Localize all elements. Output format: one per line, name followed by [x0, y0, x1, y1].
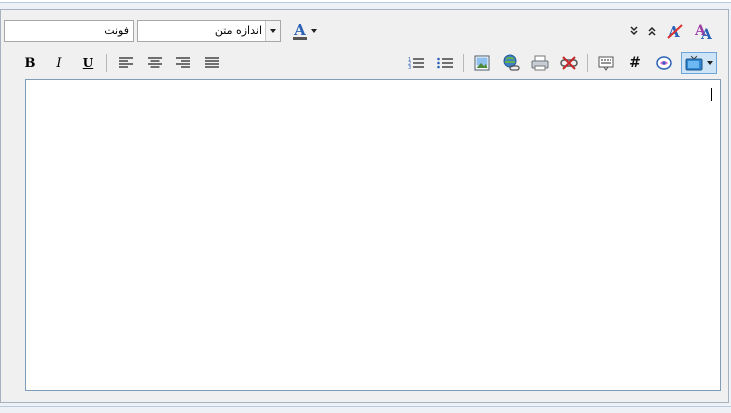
italic-button[interactable]: I [48, 52, 70, 74]
unlink-icon [560, 56, 578, 70]
font-size-select[interactable]: اندازه متن [137, 20, 281, 42]
font-select[interactable]: فونت [4, 20, 134, 42]
anchor-button[interactable]: # [624, 52, 646, 74]
bold-button[interactable]: B [19, 52, 41, 74]
remove-link-button[interactable] [558, 52, 580, 74]
font-select-value: فونت [104, 24, 129, 37]
move-down-button[interactable] [627, 20, 641, 42]
chevron-down-icon [707, 61, 713, 65]
align-justify-icon [205, 57, 219, 68]
bullet-list-button[interactable] [434, 52, 456, 74]
rich-text-editor-area[interactable] [25, 79, 721, 391]
printer-icon [531, 55, 549, 71]
svg-text:A: A [700, 27, 713, 40]
image-icon [474, 55, 490, 71]
double-chevron-down-icon [630, 26, 638, 36]
insert-table-button[interactable] [595, 52, 617, 74]
align-center-icon [148, 57, 162, 68]
font-size-select-value: اندازه متن [214, 24, 262, 37]
bold-icon: B [24, 55, 36, 71]
numbered-list-icon: 1 2 3 [408, 57, 424, 70]
numbered-list-button[interactable]: 1 2 3 [405, 52, 427, 74]
print-button[interactable] [529, 52, 551, 74]
align-left-icon [119, 57, 133, 68]
chevron-down-icon[interactable] [265, 21, 280, 41]
hash-icon: # [629, 55, 641, 71]
remove-format-button[interactable]: A [664, 20, 686, 42]
insert-media-button[interactable] [653, 52, 675, 74]
underline-icon: U [82, 56, 94, 70]
justify-button[interactable] [201, 52, 223, 74]
toolbar-separator [106, 54, 107, 72]
underline-button[interactable]: U [77, 52, 99, 74]
tv-icon [685, 55, 703, 71]
text-color-button[interactable]: A [289, 20, 321, 42]
align-center-button[interactable] [144, 52, 166, 74]
double-chevron-up-icon [648, 26, 656, 36]
bullet-list-icon [437, 57, 453, 69]
insert-link-button[interactable] [500, 52, 522, 74]
text-style-button[interactable]: A A [693, 20, 715, 42]
italic-icon: I [56, 55, 62, 71]
move-up-button[interactable] [645, 20, 659, 42]
chevron-down-icon [311, 29, 317, 33]
bottom-divider [0, 406, 731, 407]
globe-link-icon [503, 54, 520, 71]
toolbar-separator [587, 54, 588, 72]
insert-image-button[interactable] [471, 52, 493, 74]
top-divider [0, 0, 731, 3]
align-left-button[interactable] [115, 52, 137, 74]
insert-video-button[interactable] [681, 52, 717, 74]
flash-media-icon [656, 56, 672, 70]
align-right-button[interactable] [172, 52, 194, 74]
clear-format-icon: A [667, 23, 683, 40]
svg-text:3: 3 [408, 65, 411, 70]
toolbar-separator [463, 54, 464, 72]
keyboard-icon [598, 56, 614, 71]
text-cursor [711, 88, 712, 101]
text-color-icon: A [293, 20, 307, 40]
double-letter-a-icon: A A [694, 23, 713, 40]
align-right-icon [176, 57, 190, 68]
